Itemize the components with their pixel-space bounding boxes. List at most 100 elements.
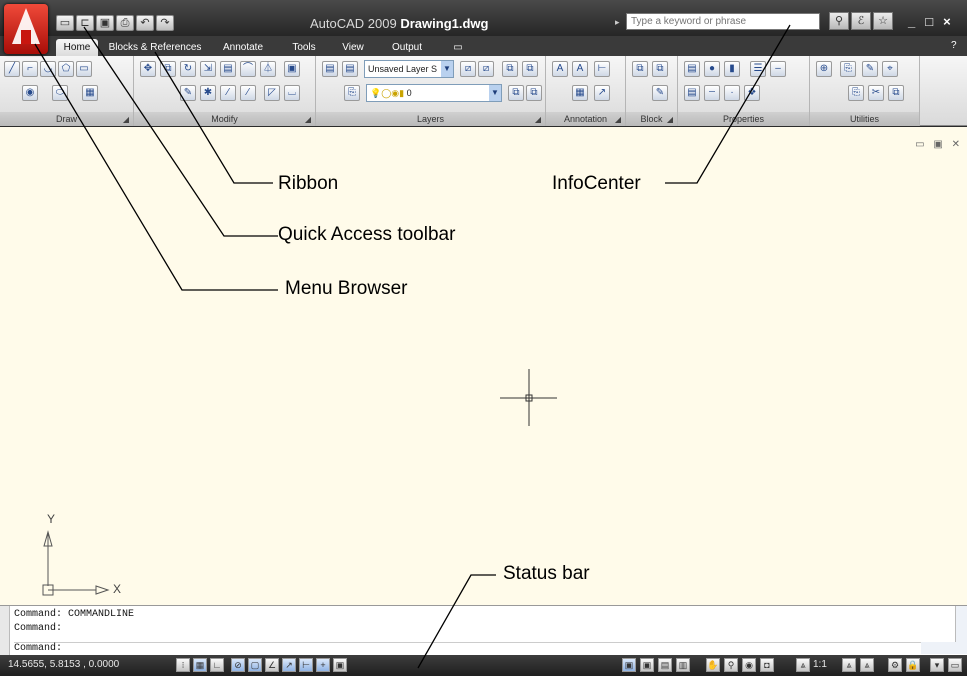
layout-icon[interactable]: ▣ [640,658,654,672]
model-space-icon[interactable]: ▣ [622,658,636,672]
auto-scale-icon[interactable]: ⩓ [860,658,874,672]
expand-icon[interactable]: ◢ [305,115,311,124]
rotate-icon[interactable]: ↻ [180,61,196,77]
match-layer-icon[interactable]: ⧉ [526,85,542,101]
showmotion-icon[interactable]: ◘ [760,658,774,672]
insert-block-icon[interactable]: ⧉ [632,61,648,77]
tab-blocks-references[interactable]: Blocks & References [104,39,206,56]
minimize-button[interactable]: _ [908,14,915,29]
explode-icon[interactable]: ✱ [200,85,216,101]
expand-icon[interactable]: ◢ [123,115,129,124]
expand-icon[interactable]: ◢ [615,115,621,124]
text-icon[interactable]: A [552,61,568,77]
arc-icon[interactable]: ◡ [40,61,56,77]
tab-tools[interactable]: Tools [286,39,322,56]
workspace-switching-icon[interactable]: ⚙ [888,658,902,672]
leader-icon[interactable]: ↗ [594,85,610,101]
layer-unisolate-icon[interactable]: ⧄ [478,61,494,77]
expand-icon[interactable]: ◢ [667,115,673,124]
layer-properties-icon[interactable]: ▤ [322,61,338,77]
infocenter-search-input[interactable] [626,13,820,30]
drawing-window-controls[interactable]: ▭ ▣ ✕ [915,139,963,150]
table-icon[interactable]: ▦ [572,85,588,101]
layer-previous-icon[interactable]: ⎘ [344,85,360,101]
line-icon[interactable]: ╱ [4,61,20,77]
tab-output[interactable]: Output [384,39,430,56]
make-current-icon[interactable]: ⧉ [508,85,524,101]
open-icon[interactable]: ⊏ [76,15,94,31]
menu-browser-button[interactable] [4,4,48,54]
subscription-icon[interactable]: ℰ [851,12,871,30]
ellipse-icon[interactable]: ⬭ [52,85,68,101]
favorites-icon[interactable]: ☆ [873,12,893,30]
drawing-area[interactable]: ▭ ▣ ✕ Ribbon InfoCenter Quick Access too… [0,127,967,605]
maximize-button[interactable]: □ [925,14,933,29]
layer-states-icon[interactable]: ▤ [342,61,358,77]
extend-icon[interactable]: ⁄ [240,85,256,101]
status-menu-icon[interactable]: ▾ [930,658,944,672]
annotation-visibility-icon[interactable]: ⩓ [842,658,856,672]
dimension-icon[interactable]: ⊢ [594,61,610,77]
steering-wheel-icon[interactable]: ◉ [742,658,756,672]
save-icon[interactable]: ▣ [96,15,114,31]
redo-icon[interactable]: ↷ [156,15,174,31]
command-vertical-scrollbar[interactable] [955,606,967,642]
array-icon[interactable]: ▣ [284,61,300,77]
fillet-icon[interactable]: ⌒ [240,61,256,77]
paste-icon[interactable]: ⎘ [840,61,856,77]
trim-icon[interactable]: ⁄ [220,85,236,101]
hatch-icon[interactable]: ▦ [82,85,98,101]
pan-icon[interactable]: ✋ [706,658,720,672]
plot-icon[interactable]: ⎙ [116,15,134,31]
command-window-grip[interactable] [0,606,10,656]
command-horizontal-scrollbar[interactable] [921,642,967,654]
quick-view-drawings-icon[interactable]: ▥ [676,658,690,672]
annotation-scale-icon[interactable]: ⩓ [796,658,810,672]
polygon-icon[interactable]: ⬠ [58,61,74,77]
cut-icon[interactable]: ✂ [868,85,884,101]
copy-clip-icon[interactable]: ⧉ [888,85,904,101]
undo-icon[interactable]: ↶ [136,15,154,31]
polar-tracking-icon[interactable]: ⊘ [231,658,245,672]
layer-walk-icon[interactable]: ⧉ [502,61,518,77]
new-icon[interactable]: ▭ [56,15,74,31]
toolbar-lock-icon[interactable]: 🔒 [906,658,920,672]
dynamic-ucs-icon[interactable]: ↗ [282,658,296,672]
close-button[interactable]: × [943,14,951,29]
expand-icon[interactable]: ◢ [535,115,541,124]
help-icon[interactable]: ? [951,40,963,53]
quick-select-icon[interactable]: ✎ [862,61,878,77]
copy-icon[interactable]: ⧉ [160,61,176,77]
chamfer-icon[interactable]: ◸ [264,85,280,101]
quick-view-layouts-icon[interactable]: ▤ [658,658,672,672]
polyline-icon[interactable]: ⌐ [22,61,38,77]
rectangle-icon[interactable]: ▭ [76,61,92,77]
stretch-icon[interactable]: ⇲ [200,61,216,77]
offset-icon[interactable]: ▤ [220,61,236,77]
lineweight-icon[interactable]: ☰ [750,61,766,77]
zoom-icon[interactable]: ⊕ [816,61,832,77]
zoom-realtime-icon[interactable]: ⚲ [724,658,738,672]
plotstyle-dropdown-icon[interactable]: · [724,85,740,101]
object-snap-tracking-icon[interactable]: ∠ [265,658,279,672]
ortho-mode-icon[interactable]: ∟ [210,658,224,672]
grid-display-icon[interactable]: ▦ [193,658,207,672]
object-snap-icon[interactable]: ▢ [248,658,262,672]
linetype-dropdown-icon[interactable]: – [770,61,786,77]
paste-special-icon[interactable]: ⎘ [848,85,864,101]
snap-mode-icon[interactable]: ⁝ [176,658,190,672]
circle-icon[interactable]: ◉ [22,85,38,101]
search-expand-icon[interactable]: ▸ [615,17,620,28]
layer-state-dropdown[interactable]: Unsaved Layer S ▼ [364,60,454,78]
annotation-scale-value[interactable]: 1:1 [813,659,827,670]
tab-home[interactable]: Home [56,39,98,56]
coordinates-display[interactable]: 14.5655, 5.8153 , 0.0000 [8,659,119,670]
quick-properties-icon[interactable]: ▣ [333,658,347,672]
move-icon[interactable]: ✥ [140,61,156,77]
ribbon-minimize-icon[interactable]: ▭ [448,39,468,56]
linetype-icon[interactable]: ┄ [704,85,720,101]
layer-dropdown[interactable]: 💡◯◉▮ 0 ▼ [366,84,502,102]
color-icon[interactable]: ● [704,61,720,77]
clean-screen-icon[interactable]: ▭ [948,658,962,672]
create-block-icon[interactable]: ⧉ [652,61,668,77]
